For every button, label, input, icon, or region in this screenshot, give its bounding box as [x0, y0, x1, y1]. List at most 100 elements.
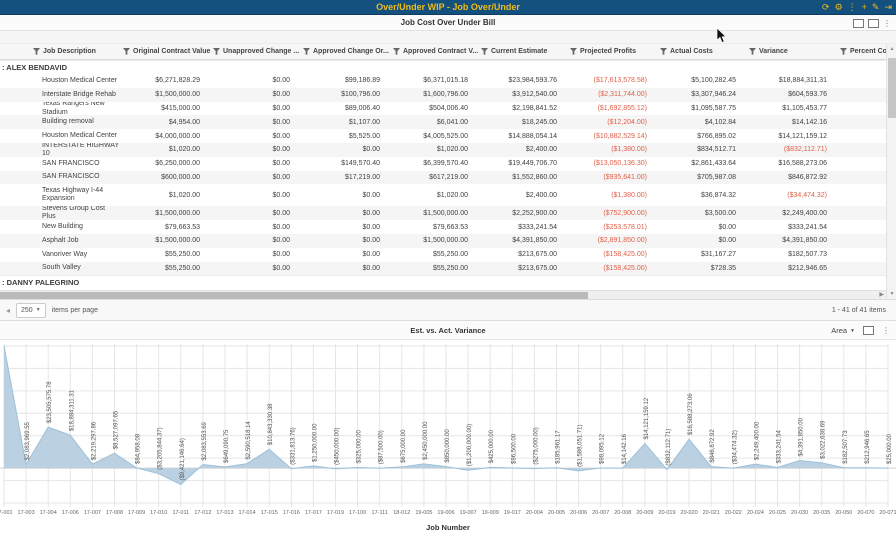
- x-tick-label: 17-011: [172, 510, 189, 516]
- table-cell: ($13,050,136.30): [567, 157, 657, 171]
- table-row[interactable]: Stevens Group Cost Plus$1,500,000.00$0.0…: [0, 206, 896, 220]
- table-row[interactable]: Building removal$4,954.00$0.00$1,107.00$…: [0, 115, 896, 129]
- table-cell: $6,271,828.29: [120, 74, 210, 88]
- table-row[interactable]: Texas Rangers New Stadium$415,000.00$0.0…: [0, 102, 896, 116]
- table-cell: SAN FRANCISCO: [30, 157, 120, 171]
- filter-icon[interactable]: [393, 48, 400, 55]
- data-label: $2,450,000.00: [423, 421, 429, 460]
- data-label: $10,843,330.38: [268, 403, 274, 445]
- column-header[interactable]: Variance: [746, 44, 837, 59]
- x-tick-label: 19-005: [415, 510, 432, 516]
- table-cell: $2,400.00: [478, 143, 567, 157]
- table-row[interactable]: South Valley$55,250.00$0.00$0.00$55,250.…: [0, 262, 896, 276]
- table-cell: $846,872.92: [746, 171, 837, 185]
- column-header[interactable]: Projected Profits: [567, 44, 657, 59]
- table-cell: $79,663.53: [120, 220, 210, 234]
- table-cell: $5,525.00: [300, 129, 390, 143]
- table-cell: $4,954.00: [120, 115, 210, 129]
- column-header[interactable]: Approved Change Or...: [300, 44, 390, 59]
- x-tick-label: 17-008: [106, 510, 123, 516]
- kebab-icon[interactable]: ⋮: [883, 19, 891, 28]
- horizontal-scrollbar[interactable]: ▶: [0, 290, 886, 299]
- table-cell: Texas Rangers New Stadium: [30, 102, 120, 116]
- grid-header-row: Job DescriptionOriginal Contract ValueUn…: [0, 44, 896, 60]
- x-tick-label: 17-012: [194, 510, 211, 516]
- filter-icon[interactable]: [840, 48, 847, 55]
- data-label: $846,872.92: [710, 429, 716, 463]
- x-tick-label: 19-017: [504, 510, 521, 516]
- table-row[interactable]: Asphalt Job$1,500,000.00$0.00$0.00$1,500…: [0, 234, 896, 248]
- horizontal-scrollbar-thumb[interactable]: [0, 292, 588, 299]
- table-cell: $31,167.27: [657, 248, 746, 262]
- data-label: ($87,500.00): [379, 430, 385, 464]
- vertical-scrollbar[interactable]: ▲ ▼: [886, 44, 896, 299]
- grid-body: : ALEX BENDAVIDHouston Medical Center$6,…: [0, 60, 896, 290]
- x-tick-label: 20-050: [835, 510, 852, 516]
- filter-icon[interactable]: [213, 48, 220, 55]
- column-header-label: Projected Profits: [580, 48, 636, 55]
- export-icon[interactable]: [868, 19, 879, 28]
- table-row[interactable]: Houston Medical Center$4,000,000.00$0.00…: [0, 129, 896, 143]
- settings-icon[interactable]: ⚙: [835, 0, 843, 15]
- exit-icon[interactable]: ⇥: [884, 0, 892, 15]
- group-row[interactable]: : ALEX BENDAVID: [0, 60, 896, 74]
- data-label: ($331,813.76): [290, 427, 296, 464]
- table-cell: $0.00: [300, 262, 390, 276]
- x-tick-label: 20-022: [725, 510, 742, 516]
- add-icon[interactable]: +: [862, 0, 867, 15]
- chart-type-value: Area: [831, 326, 847, 335]
- table-cell: SAN FRANCISCO: [30, 171, 120, 185]
- table-row[interactable]: New Building$79,663.53$0.00$0.00$79,663.…: [0, 220, 896, 234]
- layout-icon[interactable]: [863, 326, 874, 335]
- table-cell: Houston Medical Center: [30, 74, 120, 88]
- kebab-icon[interactable]: ⋮: [848, 0, 857, 15]
- filter-icon[interactable]: [749, 48, 756, 55]
- column-header[interactable]: Actual Costs: [657, 44, 746, 59]
- column-header[interactable]: Job Description: [30, 44, 120, 59]
- filter-icon[interactable]: [33, 48, 40, 55]
- prev-page-icon[interactable]: ◂: [6, 306, 10, 315]
- table-row[interactable]: INTERSTATE HIGHWAY 10$1,020.00$0.00$0.00…: [0, 143, 896, 157]
- kebab-icon[interactable]: ⋮: [882, 326, 890, 335]
- filter-icon[interactable]: [660, 48, 667, 55]
- refresh-icon[interactable]: ⟳: [822, 0, 830, 15]
- table-cell: $2,249,400.00: [746, 206, 837, 220]
- group-row[interactable]: : DANNY PALEGRINO: [0, 275, 896, 289]
- table-row[interactable]: Texas Highway I-44 Expansion$1,020.00$0.…: [0, 184, 896, 206]
- page-size-dropdown[interactable]: 250 ▼: [16, 303, 46, 318]
- table-cell: $0.00: [210, 143, 300, 157]
- filter-icon[interactable]: [481, 48, 488, 55]
- layout-icon[interactable]: [853, 19, 864, 28]
- table-cell: Vanoriver Way: [30, 248, 120, 262]
- column-header[interactable]: Approved Contract V...: [390, 44, 478, 59]
- vertical-scrollbar-thumb[interactable]: [888, 58, 896, 118]
- column-header[interactable]: Original Contract Value: [120, 44, 210, 59]
- edit-icon[interactable]: ✎: [872, 0, 880, 15]
- filter-icon[interactable]: [570, 48, 577, 55]
- table-row[interactable]: SAN FRANCISCO$600,000.00$0.00$17,219.00$…: [0, 171, 896, 185]
- table-row[interactable]: Vanoriver Way$55,250.00$0.00$0.00$55,250…: [0, 248, 896, 262]
- table-cell: ($2,311,744.00): [567, 88, 657, 102]
- scroll-up-icon[interactable]: ▲: [887, 46, 896, 52]
- group-indent-cell: [0, 234, 30, 248]
- chart-type-dropdown[interactable]: Area ▼: [831, 326, 855, 335]
- table-cell: $55,250.00: [120, 248, 210, 262]
- x-tick-label: 17-100: [349, 510, 366, 516]
- title-bar-icons: ⟳ ⚙ ⋮ + ✎ ⇥: [822, 0, 892, 15]
- x-tick-label: 17-017: [305, 510, 322, 516]
- filter-icon[interactable]: [123, 48, 130, 55]
- table-cell: $705,987.08: [657, 171, 746, 185]
- items-per-page-label: items per page: [52, 307, 98, 314]
- column-header[interactable]: Unapproved Change ...: [210, 44, 300, 59]
- table-row[interactable]: Interstate Bridge Rehab$1,500,000.00$0.0…: [0, 88, 896, 102]
- table-row[interactable]: Houston Medical Center$6,271,828.29$0.00…: [0, 74, 896, 88]
- table-row[interactable]: SAN FRANCISCO$6,250,000.00$0.00$149,570.…: [0, 157, 896, 171]
- table-cell: Stevens Group Cost Plus: [30, 206, 120, 220]
- filter-icon[interactable]: [303, 48, 310, 55]
- scroll-down-icon[interactable]: ▼: [887, 291, 896, 297]
- x-tick-label: 20-019: [658, 510, 675, 516]
- column-header[interactable]: Current Estimate: [478, 44, 567, 59]
- column-header-label: Current Estimate: [491, 48, 547, 55]
- data-label: $2,083,969.55: [25, 421, 31, 460]
- table-cell: $19,449,706.70: [478, 157, 567, 171]
